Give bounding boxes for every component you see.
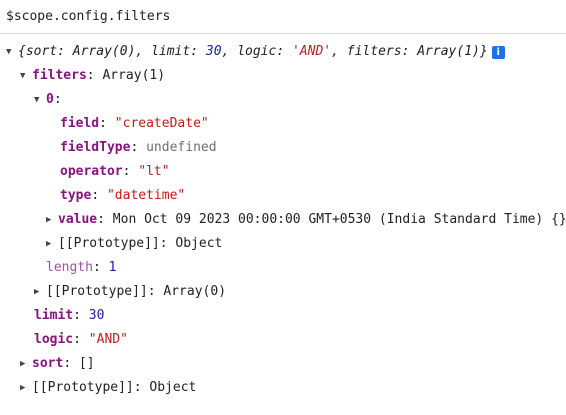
- tree-row-limit: limit: 30: [34, 308, 105, 323]
- summary-sort-value: Array(0): [72, 44, 136, 59]
- tree-row-fieldtype: fieldType: undefined: [60, 140, 217, 155]
- property-key: 0: [46, 92, 54, 107]
- property-value: undefined: [146, 140, 217, 155]
- summary-filters-key: filters: [346, 44, 402, 59]
- summary-sort-key: sort: [25, 44, 58, 59]
- tree-row-type: type: "datetime": [60, 188, 186, 203]
- property-key: [[Prototype]]: [32, 380, 134, 395]
- property-key: field: [60, 116, 100, 131]
- property-key: limit: [34, 308, 74, 323]
- property-value: "datetime": [106, 188, 186, 203]
- summary-logic-value: 'AND': [291, 44, 332, 59]
- info-icon[interactable]: i: [491, 46, 505, 59]
- tree-row-prototype-object-outer[interactable]: ▶ [[Prototype]]: Object: [0, 376, 196, 400]
- property-key: operator: [60, 164, 123, 179]
- property-key: [[Prototype]]: [58, 236, 160, 251]
- object-summary-row[interactable]: ▼ {sort: Array(0), limit: 30, logic: 'AND…: [0, 40, 505, 64]
- tree-row-logic: logic: "AND": [34, 332, 128, 347]
- expanded-triangle-icon[interactable]: ▼: [34, 88, 46, 112]
- expanded-triangle-icon[interactable]: ▼: [6, 40, 18, 64]
- property-key: logic: [34, 332, 74, 347]
- tree-row-length: length: 1: [46, 260, 117, 275]
- summary-logic-key: logic: [237, 44, 277, 59]
- collapsed-triangle-icon[interactable]: ▶: [46, 232, 58, 256]
- property-value: "AND": [88, 332, 128, 347]
- property-key: type: [60, 188, 92, 203]
- summary-close-brace: }: [479, 44, 488, 59]
- property-value: Mon Oct 09 2023 00:00:00 GMT+0530 (India…: [112, 212, 566, 227]
- console-expression: $scope.config.filters: [0, 0, 566, 34]
- collapsed-triangle-icon[interactable]: ▶: [34, 280, 46, 304]
- collapsed-triangle-icon[interactable]: ▶: [20, 352, 32, 376]
- collapsed-triangle-icon[interactable]: ▶: [46, 208, 58, 232]
- property-key: filters: [32, 68, 87, 83]
- property-value: Object: [175, 236, 223, 251]
- summary-limit-key: limit: [151, 44, 191, 59]
- property-key: length: [46, 260, 93, 275]
- property-value: "createDate": [114, 116, 209, 131]
- property-key: value: [58, 212, 98, 227]
- property-key: sort: [32, 356, 64, 371]
- property-value: []: [78, 356, 95, 371]
- tree-row-prototype-array[interactable]: ▶ [[Prototype]]: Array(0): [0, 280, 226, 304]
- property-key: [[Prototype]]: [46, 284, 148, 299]
- property-value: Object: [149, 380, 197, 395]
- expanded-triangle-icon[interactable]: ▼: [20, 64, 32, 88]
- tree-row-filters[interactable]: ▼ filters: Array(1): [0, 64, 165, 88]
- tree-row-sort[interactable]: ▶ sort: []: [0, 352, 95, 376]
- tree-row-value[interactable]: ▶ value: Mon Oct 09 2023 00:00:00 GMT+053…: [0, 208, 566, 232]
- property-key: fieldType: [60, 140, 131, 155]
- summary-open-brace: {: [18, 44, 26, 59]
- tree-row-operator: operator: "lt": [60, 164, 170, 179]
- property-value: "lt": [138, 164, 170, 179]
- property-value: Array(1): [102, 68, 166, 83]
- tree-row-prototype-object-inner[interactable]: ▶ [[Prototype]]: Object: [0, 232, 222, 256]
- tree-row-index-0[interactable]: ▼ 0:: [0, 88, 62, 112]
- property-value: Array(0): [163, 284, 227, 299]
- summary-filters-value: Array(1): [417, 44, 480, 59]
- summary-limit-value: 30: [205, 44, 222, 59]
- collapsed-triangle-icon[interactable]: ▶: [20, 376, 32, 400]
- property-value: 30: [88, 308, 105, 323]
- tree-row-field: field: "createDate": [60, 116, 209, 131]
- property-value: 1: [108, 260, 117, 275]
